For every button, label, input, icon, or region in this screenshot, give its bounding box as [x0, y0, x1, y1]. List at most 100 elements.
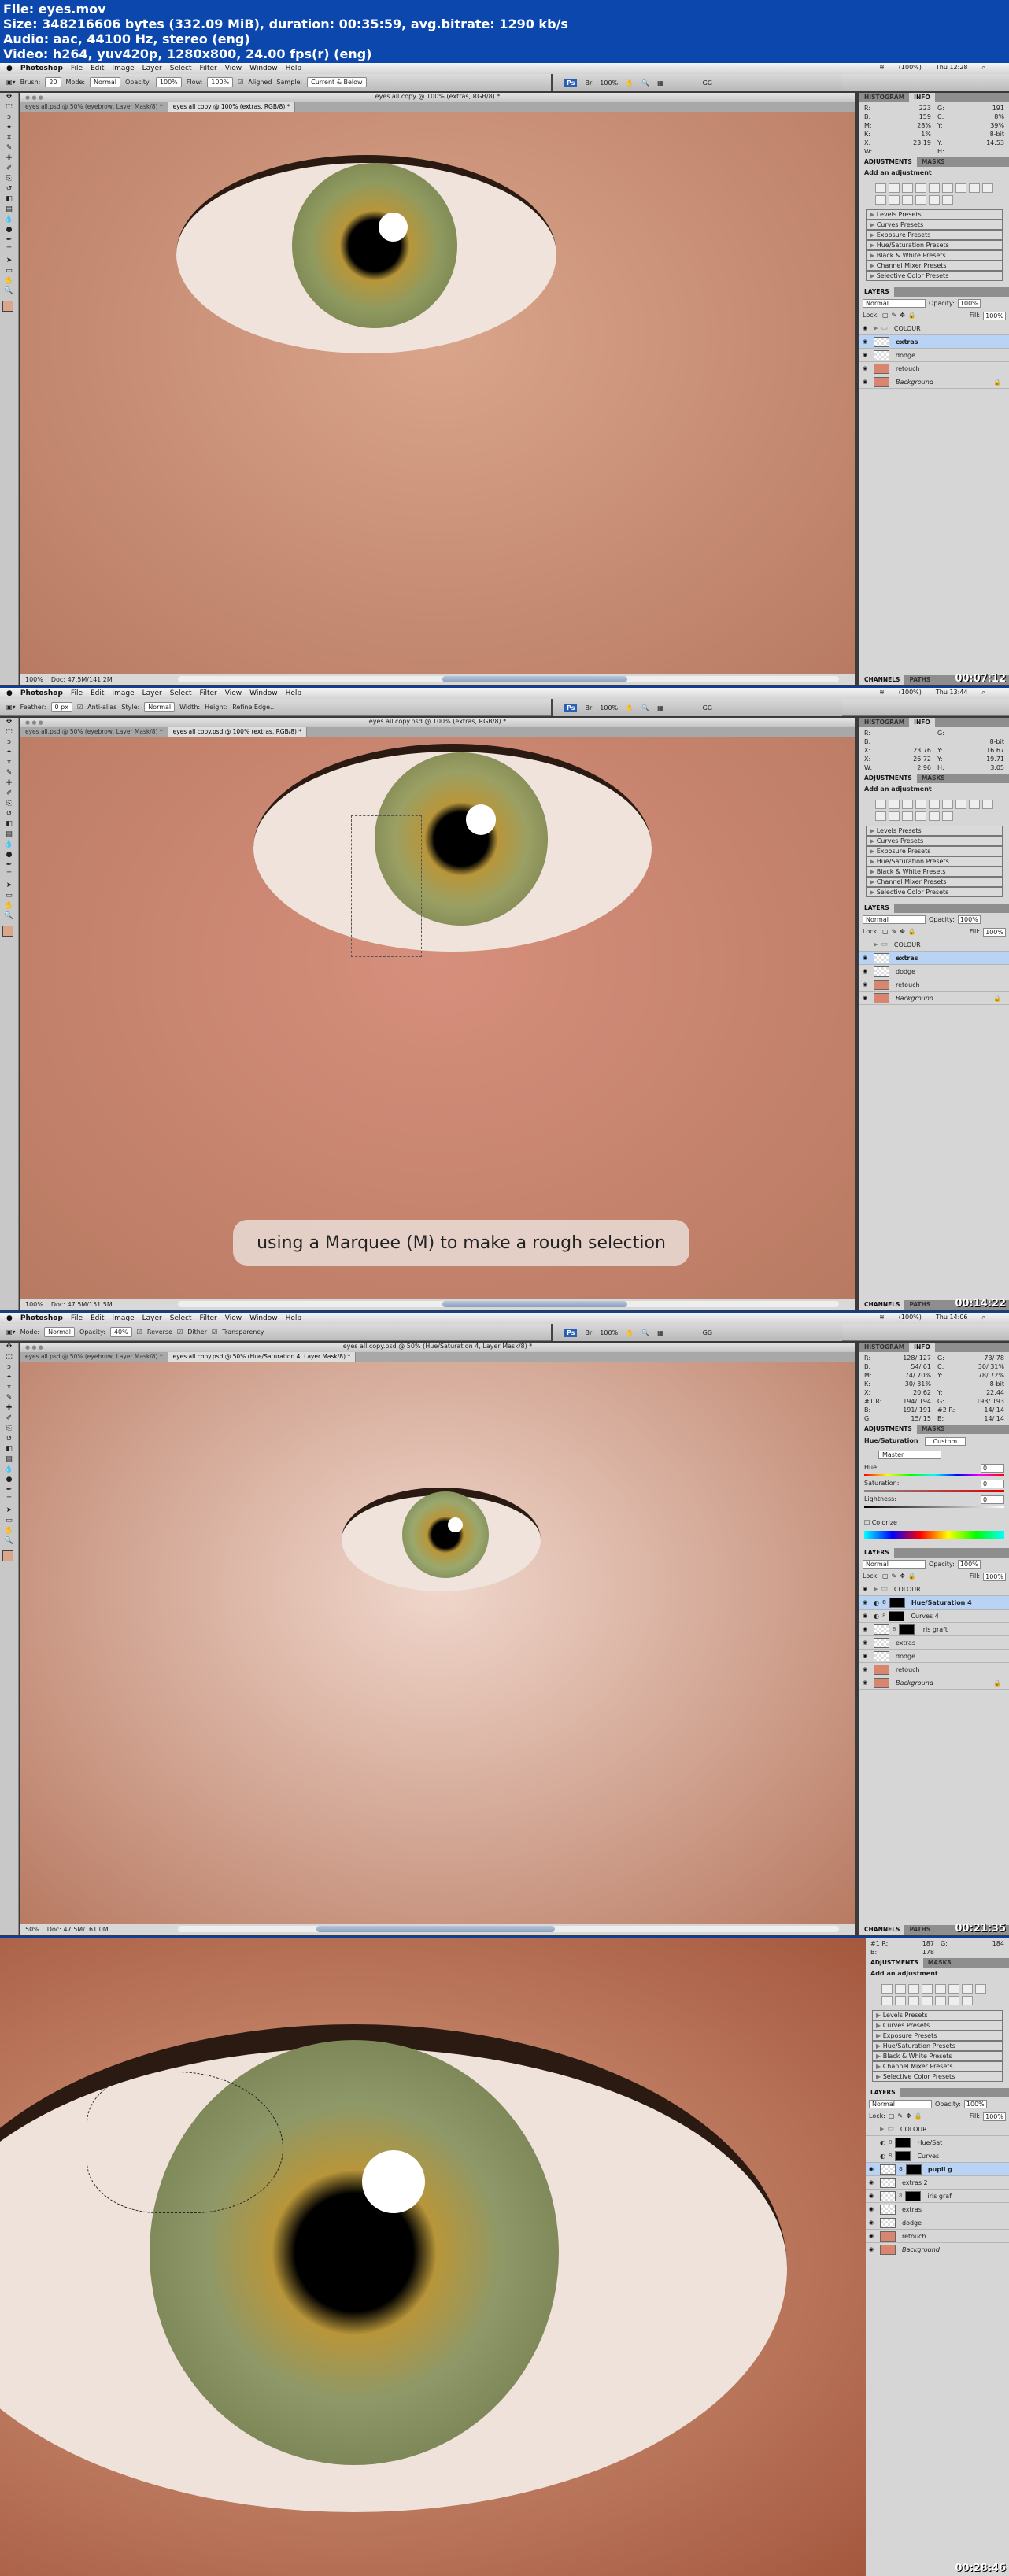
layer-row[interactable]: ◉ retouch: [859, 362, 1009, 375]
layer-thumbnail[interactable]: [880, 2204, 896, 2215]
gradient-tool-icon[interactable]: ▤: [0, 1455, 18, 1465]
hand-tool-icon[interactable]: ✋: [0, 902, 18, 912]
disclosure-triangle-icon[interactable]: ▶: [874, 325, 878, 331]
zoom-tool-icon[interactable]: 🔍: [0, 1537, 18, 1547]
tab-paths[interactable]: PATHS: [904, 1925, 935, 1935]
visibility-eye-icon[interactable]: ◉: [863, 981, 870, 988]
clock[interactable]: Thu 14:06: [936, 1314, 968, 1321]
layer-thumbnail[interactable]: [880, 2244, 896, 2255]
option-opacity[interactable]: 100%: [155, 77, 182, 87]
eyedropper-tool-icon[interactable]: ✎: [0, 769, 18, 779]
visibility-eye-icon[interactable]: ◉: [863, 365, 870, 371]
tab-layers[interactable]: LAYERS: [859, 287, 894, 297]
horizontal-scrollbar[interactable]: [178, 1926, 839, 1932]
layer-mask-thumbnail[interactable]: [895, 2150, 911, 2161]
move-tool-icon[interactable]: ✥: [0, 1343, 18, 1353]
lasso-tool-icon[interactable]: ↄ: [0, 738, 18, 748]
brightness-icon[interactable]: [875, 183, 886, 193]
invert-icon[interactable]: [908, 1996, 919, 2005]
curves-icon[interactable]: [902, 800, 913, 809]
menu-filter[interactable]: Filter: [199, 1314, 216, 1322]
preset-item[interactable]: ▶ Selective Color Presets: [866, 887, 1003, 897]
layer-row[interactable]: ◉ dodge: [859, 1650, 1009, 1663]
layer-row[interactable]: ◉ 8 iris graf: [866, 2190, 1009, 2203]
option-opacity[interactable]: 40%: [109, 1327, 132, 1337]
hand-icon[interactable]: ✋: [626, 704, 634, 711]
hue-slider[interactable]: [864, 1474, 1004, 1476]
bridge-icon[interactable]: Br: [585, 79, 592, 87]
option-sample[interactable]: Current & Below: [307, 77, 367, 87]
menu-edit[interactable]: Edit: [91, 689, 104, 697]
tab-channels[interactable]: CHANNELS: [859, 1925, 905, 1935]
menu-select[interactable]: Select: [170, 689, 192, 697]
option-mode[interactable]: Normal: [90, 77, 120, 87]
layer-thumbnail[interactable]: [874, 336, 889, 347]
tab-adjustments[interactable]: ADJUSTMENTS: [859, 157, 917, 167]
dodge-tool-icon[interactable]: ●: [0, 851, 18, 861]
layer-thumbnail[interactable]: [874, 376, 889, 387]
layer-mask-thumbnail[interactable]: [889, 1597, 905, 1608]
hue-input[interactable]: 0: [981, 1464, 1004, 1473]
scrollbar-thumb[interactable]: [442, 676, 628, 682]
layer-row[interactable]: ◉ Background 🔒: [859, 992, 1009, 1005]
color-balance-icon[interactable]: [962, 1984, 973, 1994]
image-canvas[interactable]: [0, 1938, 866, 2576]
menu-view[interactable]: View: [225, 689, 242, 697]
option-style[interactable]: Normal: [144, 702, 176, 712]
option-transparency[interactable]: Transparency: [222, 1329, 264, 1336]
workspace-menu[interactable]: GG: [703, 79, 712, 87]
clock[interactable]: Thu 12:28: [936, 64, 968, 72]
threshold-icon[interactable]: [935, 1996, 946, 2005]
path-select-tool-icon[interactable]: ➤: [0, 257, 18, 267]
preset-item[interactable]: ▶ Curves Presets: [866, 220, 1003, 230]
visibility-eye-icon[interactable]: ◉: [863, 968, 870, 974]
chain-link-icon[interactable]: 8: [882, 1599, 886, 1606]
visibility-eye-icon[interactable]: ◉: [863, 1680, 870, 1686]
horizontal-scrollbar[interactable]: [178, 676, 839, 682]
preset-item[interactable]: ▶ Channel Mixer Presets: [866, 877, 1003, 887]
fill-field[interactable]: 100%: [983, 928, 1006, 937]
zoom-percent-field[interactable]: 50%: [25, 1926, 39, 1933]
apple-icon[interactable]: ●: [6, 65, 13, 72]
tab-histogram[interactable]: HISTOGRAM: [859, 93, 909, 102]
chain-link-icon[interactable]: 8: [893, 1626, 896, 1632]
black-white-icon[interactable]: [975, 1984, 986, 1994]
exposure-icon[interactable]: [922, 1984, 933, 1994]
checkbox[interactable]: ☑: [238, 79, 243, 86]
zoom-percent-field[interactable]: 100%: [25, 676, 43, 683]
brightness-icon[interactable]: [875, 800, 886, 809]
light-input[interactable]: 0: [981, 1495, 1004, 1504]
expand-triangle-icon[interactable]: ▶: [876, 2022, 883, 2029]
opacity-field[interactable]: 100%: [963, 2100, 987, 2108]
document-tab[interactable]: eyes all.psd @ 50% (eyebrow, Layer Mask/…: [20, 727, 168, 737]
foreground-color-swatch[interactable]: [2, 301, 13, 312]
tool-preset-icon[interactable]: ▣▾: [6, 704, 16, 711]
gradient-tool-icon[interactable]: ▤: [0, 830, 18, 841]
blend-mode-dropdown[interactable]: Normal: [863, 299, 926, 308]
lasso-tool-icon[interactable]: ↄ: [0, 1363, 18, 1373]
light-slider[interactable]: [864, 1506, 1004, 1508]
layer-row[interactable]: ◉ ◐ 8 Curves 4: [859, 1610, 1009, 1623]
brush-tool-icon[interactable]: ✐: [0, 1414, 18, 1425]
type-tool-icon[interactable]: T: [0, 1496, 18, 1506]
lock-pixels-icon[interactable]: ✎: [892, 928, 897, 937]
menu-file[interactable]: File: [71, 1314, 83, 1322]
layer-mask-thumbnail[interactable]: [899, 1624, 915, 1635]
dodge-tool-icon[interactable]: ●: [0, 226, 18, 236]
checkbox[interactable]: ☑: [77, 704, 83, 711]
layer-thumbnail[interactable]: [874, 1637, 889, 1648]
levels-icon[interactable]: [889, 800, 900, 809]
layer-thumbnail[interactable]: [874, 1677, 889, 1688]
pen-tool-icon[interactable]: ✒: [0, 236, 18, 246]
layer-row[interactable]: ◉ Background 🔒: [859, 1676, 1009, 1690]
expand-triangle-icon[interactable]: ▶: [870, 858, 877, 865]
menu-file[interactable]: File: [71, 689, 83, 697]
layer-row[interactable]: ◉ extras: [866, 2203, 1009, 2216]
exposure-icon[interactable]: [915, 183, 926, 193]
channel-mixer-icon[interactable]: [895, 1996, 906, 2005]
image-canvas[interactable]: [20, 112, 855, 674]
layer-row[interactable]: ◉ extras: [859, 1636, 1009, 1650]
layer-thumbnail[interactable]: [874, 966, 889, 977]
visibility-eye-icon[interactable]: ◉: [863, 1599, 870, 1606]
expand-triangle-icon[interactable]: ▶: [870, 889, 877, 896]
